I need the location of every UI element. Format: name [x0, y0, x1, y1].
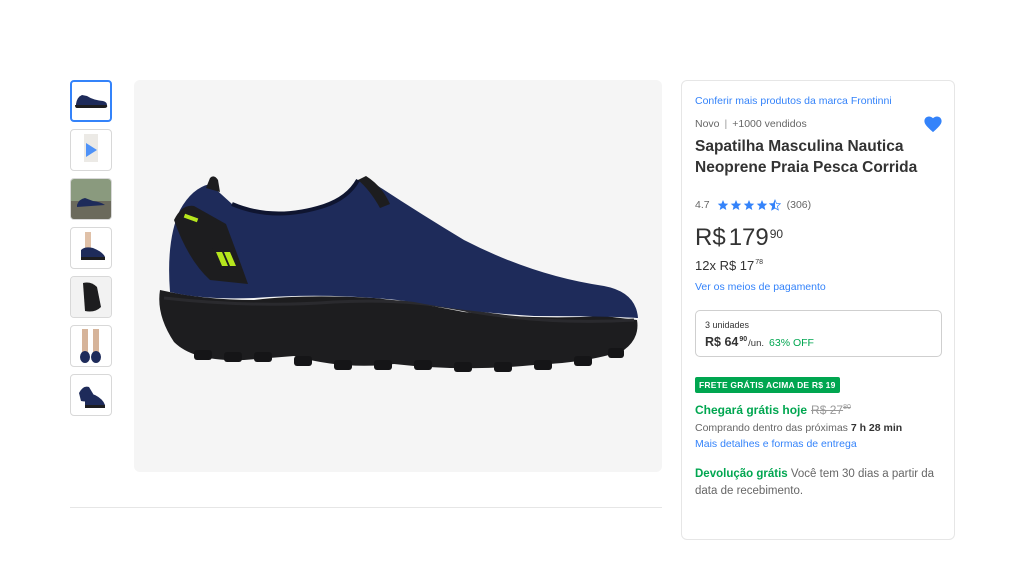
favorite-button[interactable] [923, 115, 943, 138]
pair-thumbnail-image [79, 386, 105, 408]
bulk-units: 3 unidades [705, 320, 750, 330]
divider [70, 507, 662, 508]
arrival-text: Chegará grátis hoje [695, 403, 808, 417]
bulk-price-cents: 90 [739, 336, 748, 343]
buy-within-time: 7 h 28 min [850, 422, 903, 434]
bulk-price: R$ 64 90 /un. 63% OFF [705, 335, 814, 349]
video-thumbnail-image [84, 134, 98, 162]
condition: Novo [695, 118, 720, 130]
meta-separator: | [724, 118, 728, 130]
price-cents: 90 [769, 227, 784, 241]
thumbnail-3[interactable] [70, 178, 112, 220]
returns-info: Devolução grátis Você tem 30 dias a part… [695, 466, 935, 499]
rating-stars [717, 199, 782, 211]
bulk-price-value: R$ 64 [705, 335, 739, 349]
thumbnail-5[interactable] [70, 276, 112, 318]
returns-title: Devolução grátis [695, 468, 788, 480]
top-thumbnail-image [71, 277, 111, 317]
rating[interactable]: 4.7 (306) [695, 199, 811, 211]
brand-link[interactable]: Conferir mais produtos da marca Frontinn… [695, 95, 892, 107]
rating-value: 4.7 [695, 199, 710, 211]
old-shipping-cents: 80 [843, 404, 851, 411]
installments: 12x R$ 17 78 [695, 258, 763, 273]
star-icon [717, 200, 728, 210]
thumbnail-1[interactable] [70, 80, 112, 122]
star-half-icon [768, 199, 781, 211]
heart-icon [924, 116, 942, 133]
thumbnail-7[interactable] [70, 374, 112, 416]
product-title: Sapatilha Masculina Nautica Neoprene Pra… [695, 138, 918, 176]
product-main-image[interactable] [134, 80, 662, 472]
thumbnail-2[interactable] [70, 129, 112, 171]
shoe-thumbnail-image [75, 95, 108, 108]
thumbnail-6[interactable] [70, 325, 112, 367]
price-currency: R$ [695, 224, 726, 251]
product-meta: Novo | +1000 vendidos [695, 118, 807, 130]
price-integer: 179 [728, 224, 769, 251]
legs-thumbnail-image [80, 329, 101, 363]
installments-cents: 78 [755, 259, 764, 266]
delivery-details-link[interactable]: Mais detalhes e formas de entrega [695, 438, 857, 450]
buy-within: Comprando dentro das próximas 7 h 28 min [695, 422, 902, 434]
bulk-discount: 63% OFF [769, 337, 814, 349]
star-icon [730, 200, 741, 210]
sold-count: +1000 vendidos [732, 118, 807, 130]
price: R$ 179 90 [695, 224, 783, 252]
payment-methods-link[interactable]: Ver os meios de pagamento [695, 281, 826, 293]
product-info-panel: Conferir mais produtos da marca Frontinn… [681, 80, 955, 540]
rating-count: (306) [786, 199, 812, 211]
bulk-offer[interactable]: 3 unidades R$ 64 90 /un. 63% OFF [695, 310, 942, 357]
old-shipping-value: R$ 27 [811, 403, 844, 417]
free-shipping-badge: FRETE GRÁTIS ACIMA DE R$ 19 [695, 377, 840, 393]
shoe-image [159, 176, 638, 372]
installments-text: 12x R$ 17 [695, 258, 755, 273]
star-icon [743, 200, 754, 210]
star-icon [756, 200, 767, 210]
old-shipping-price: R$ 27 80 [811, 403, 851, 417]
bulk-price-unit: /un. [748, 338, 765, 349]
buy-within-text: Comprando dentro das próximas [695, 422, 848, 434]
outdoor-thumbnail-image [71, 179, 111, 219]
thumbnail-list [70, 80, 114, 423]
thumbnail-4[interactable] [70, 227, 112, 269]
worn-thumbnail-image [81, 232, 105, 260]
arrival-info: Chegará grátis hoje R$ 27 80 [695, 403, 851, 417]
